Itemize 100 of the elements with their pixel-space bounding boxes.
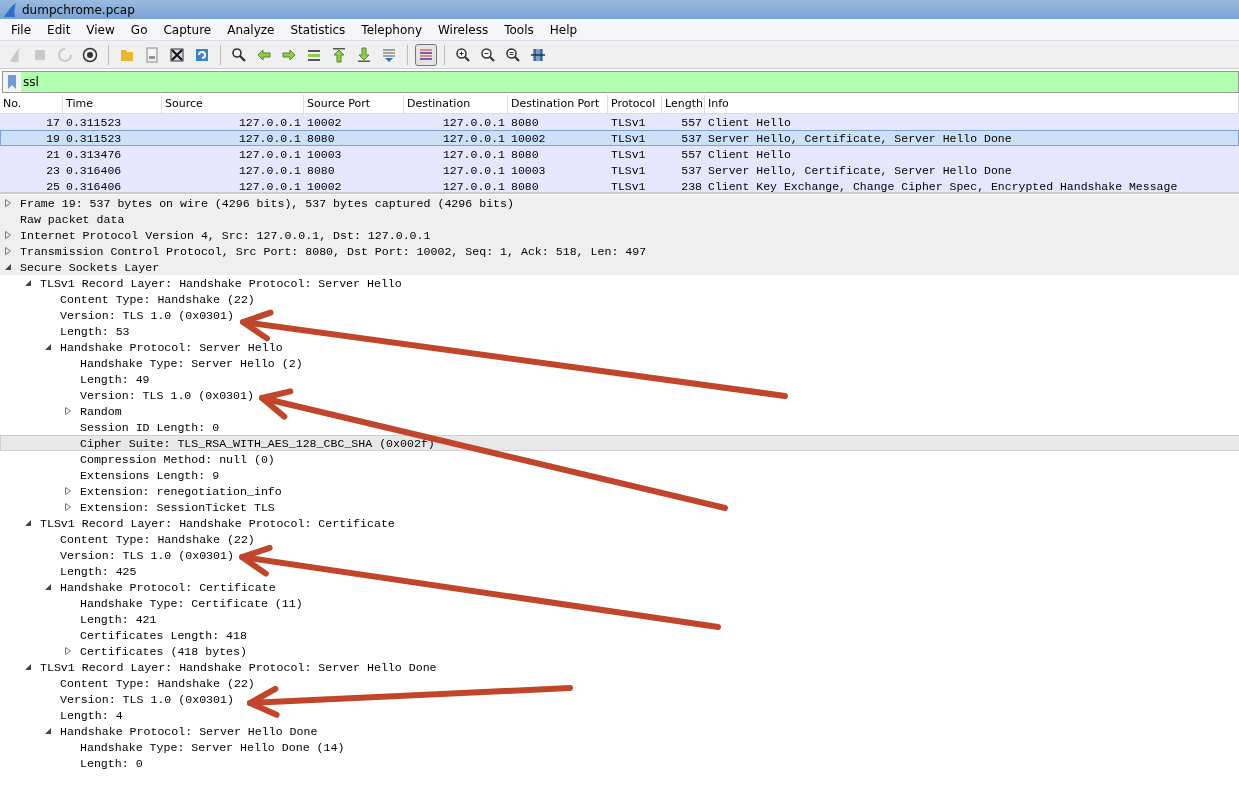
bookmark-icon[interactable] bbox=[7, 74, 17, 90]
table-cell-text: 19 bbox=[45, 131, 61, 145]
collapsed-triangle-icon[interactable] bbox=[64, 503, 72, 511]
tree-row[interactable]: Compression Method: null (0) bbox=[0, 451, 1239, 467]
menu-item[interactable]: Capture bbox=[155, 22, 220, 37]
menu-item[interactable]: Tools bbox=[496, 22, 542, 37]
menu-item[interactable]: Help bbox=[541, 22, 586, 37]
column-header[interactable]: Destination Port bbox=[508, 95, 608, 113]
menu-item[interactable]: File bbox=[3, 22, 40, 37]
tree-row[interactable]: Version: TLS 1.0 (0x0301) bbox=[0, 691, 1239, 707]
table-cell-text: 8080 bbox=[306, 131, 336, 145]
tree-row[interactable]: Length: 421 bbox=[0, 611, 1239, 627]
column-header[interactable]: Destination bbox=[404, 95, 508, 113]
packet-row[interactable]: 17 0.311523 127.0.0.1 10002 127.0.0.1 8080 TLSv1 557 Client Hello bbox=[0, 114, 1239, 130]
expanded-triangle-icon[interactable] bbox=[24, 279, 32, 287]
tree-row[interactable]: Length: 4 bbox=[0, 707, 1239, 723]
table-cell-text: TLSv1 bbox=[610, 147, 647, 161]
expanded-triangle-icon[interactable] bbox=[4, 263, 12, 271]
field-text: Handshake Protocol: Server Hello Done bbox=[60, 724, 318, 738]
tree-row[interactable]: TLSv1 Record Layer: Handshake Protocol: Server Hello Done bbox=[0, 659, 1239, 675]
table-cell-text: 21 bbox=[45, 147, 61, 161]
tree-row[interactable]: Handshake Type: Server Hello (2) bbox=[0, 355, 1239, 371]
tree-row[interactable]: Internet Protocol Version 4, Src: 127.0.0.1, Dst: 127.0.0.1 bbox=[0, 227, 1239, 243]
field-text: Content Type: Handshake (22) bbox=[60, 292, 255, 306]
collapsed-triangle-icon[interactable] bbox=[64, 407, 72, 415]
menu-item[interactable]: Telephony bbox=[353, 22, 430, 37]
field-text: Version: TLS 1.0 (0x0301) bbox=[60, 308, 234, 322]
tree-row[interactable]: Extensions Length: 9 bbox=[0, 467, 1239, 483]
collapsed-triangle-icon[interactable] bbox=[4, 199, 12, 207]
tree-row[interactable]: TLSv1 Record Layer: Handshake Protocol: Certificate bbox=[0, 515, 1239, 531]
expanded-triangle-icon[interactable] bbox=[44, 583, 52, 591]
tree-row[interactable]: TLSv1 Record Layer: Handshake Protocol: Server Hello bbox=[0, 275, 1239, 291]
table-cell-text: Client Hello bbox=[707, 115, 792, 129]
collapsed-triangle-icon[interactable] bbox=[64, 647, 72, 655]
tree-row[interactable]: Length: 53 bbox=[0, 323, 1239, 339]
column-header[interactable]: Source Port bbox=[304, 95, 404, 113]
expanded-triangle-icon[interactable] bbox=[24, 519, 32, 527]
tree-row[interactable]: Handshake Protocol: Server Hello bbox=[0, 339, 1239, 355]
field-text: TLSv1 Record Layer: Handshake Protocol: Server Hello bbox=[40, 276, 402, 290]
column-header[interactable]: No. bbox=[0, 95, 63, 113]
tree-row[interactable]: Certificates (418 bytes) bbox=[0, 643, 1239, 659]
table-cell-text: 557 bbox=[680, 115, 703, 129]
tree-row[interactable]: Extension: renegotiation_info bbox=[0, 483, 1239, 499]
arrow-down-icon bbox=[356, 46, 372, 63]
tree-row[interactable]: Random bbox=[0, 403, 1239, 419]
collapsed-triangle-icon[interactable] bbox=[4, 231, 12, 239]
tree-row[interactable]: Version: TLS 1.0 (0x0301) bbox=[0, 387, 1239, 403]
packet-row[interactable]: 23 0.316406 127.0.0.1 8080 127.0.0.1 10003 TLSv1 537 Server Hello, Certificate, Server Hello Done bbox=[0, 162, 1239, 178]
packet-row[interactable]: 21 0.313476 127.0.0.1 10003 127.0.0.1 8080 TLSv1 557 Client Hello bbox=[0, 146, 1239, 162]
tree-row[interactable]: Length: 0 bbox=[0, 755, 1239, 771]
tree-row[interactable]: Transmission Control Protocol, Src Port: 8080, Dst Port: 10002, Seq: 1, Ack: 518, Len: 497 bbox=[0, 243, 1239, 259]
expanded-triangle-icon[interactable] bbox=[44, 727, 52, 735]
packet-row[interactable]: 25 0.316406 127.0.0.1 10002 127.0.0.1 8080 TLSv1 238 Client Key Exchange, Change Cipher Spec, Encrypted Handshake Message bbox=[0, 178, 1239, 192]
tree-row[interactable]: Content Type: Handshake (22) bbox=[0, 675, 1239, 691]
menu-item[interactable]: View bbox=[78, 22, 123, 37]
tree-row[interactable]: Length: 49 bbox=[0, 371, 1239, 387]
display-filter-field[interactable]: ssl bbox=[21, 72, 1238, 92]
column-header[interactable]: Time bbox=[63, 95, 162, 113]
shark-fin-icon bbox=[7, 46, 23, 63]
tree-row[interactable]: Version: TLS 1.0 (0x0301) bbox=[0, 547, 1239, 563]
collapsed-triangle-icon[interactable] bbox=[64, 487, 72, 495]
tree-row[interactable]: Cipher Suite: TLS_RSA_WITH_AES_128_CBC_SHA (0x002f) bbox=[0, 435, 1239, 451]
table-cell-text: 8080 bbox=[510, 115, 540, 129]
field-text: Length: 49 bbox=[80, 372, 150, 386]
menu-item[interactable]: Go bbox=[122, 22, 156, 37]
tree-row[interactable]: Handshake Protocol: Server Hello Done bbox=[0, 723, 1239, 739]
packet-row[interactable]: 19 0.311523 127.0.0.1 8080 127.0.0.1 10002 TLSv1 537 Server Hello, Certificate, Server Hello Done bbox=[0, 130, 1239, 146]
field-text: Content Type: Handshake (22) bbox=[60, 676, 255, 690]
column-header[interactable]: Info bbox=[705, 95, 1239, 113]
field-text: TLSv1 Record Layer: Handshake Protocol: Server Hello Done bbox=[40, 660, 437, 674]
column-header[interactable]: Source bbox=[162, 95, 304, 113]
column-header[interactable]: Length bbox=[662, 95, 705, 113]
search-icon bbox=[231, 46, 247, 63]
menu-item[interactable]: Statistics bbox=[282, 22, 354, 37]
menu-item[interactable]: Wireless bbox=[430, 22, 497, 37]
tree-row[interactable]: Length: 425 bbox=[0, 563, 1239, 579]
tree-row[interactable]: Handshake Type: Server Hello Done (14) bbox=[0, 739, 1239, 755]
menu-item[interactable]: Analyze bbox=[219, 22, 283, 37]
field-text: Handshake Type: Server Hello Done (14) bbox=[80, 740, 345, 754]
resize-columns-icon bbox=[530, 46, 546, 63]
tree-row[interactable]: Content Type: Handshake (22) bbox=[0, 531, 1239, 547]
collapsed-triangle-icon[interactable] bbox=[4, 247, 12, 255]
tree-row[interactable]: Handshake Protocol: Certificate bbox=[0, 579, 1239, 595]
field-text: Extensions Length: 9 bbox=[80, 468, 220, 482]
menu-item[interactable]: Edit bbox=[39, 22, 79, 37]
tree-row[interactable]: Handshake Type: Certificate (11) bbox=[0, 595, 1239, 611]
tree-row[interactable]: Version: TLS 1.0 (0x0301) bbox=[0, 307, 1239, 323]
field-text: Length: 0 bbox=[80, 756, 143, 770]
tree-row[interactable]: Secure Sockets Layer bbox=[0, 259, 1239, 275]
expanded-triangle-icon[interactable] bbox=[24, 663, 32, 671]
tree-row[interactable]: Certificates Length: 418 bbox=[0, 627, 1239, 643]
tree-row[interactable]: Raw packet data bbox=[0, 211, 1239, 227]
field-text: Certificates (418 bytes) bbox=[80, 644, 247, 658]
tree-row[interactable]: Session ID Length: 0 bbox=[0, 419, 1239, 435]
restart-icon bbox=[57, 46, 73, 63]
tree-row[interactable]: Frame 19: 537 bytes on wire (4296 bits), 537 bytes captured (4296 bits) bbox=[0, 195, 1239, 211]
tree-row[interactable]: Extension: SessionTicket TLS bbox=[0, 499, 1239, 515]
expanded-triangle-icon[interactable] bbox=[44, 343, 52, 351]
tree-row[interactable]: Content Type: Handshake (22) bbox=[0, 291, 1239, 307]
column-header[interactable]: Protocol bbox=[608, 95, 662, 113]
